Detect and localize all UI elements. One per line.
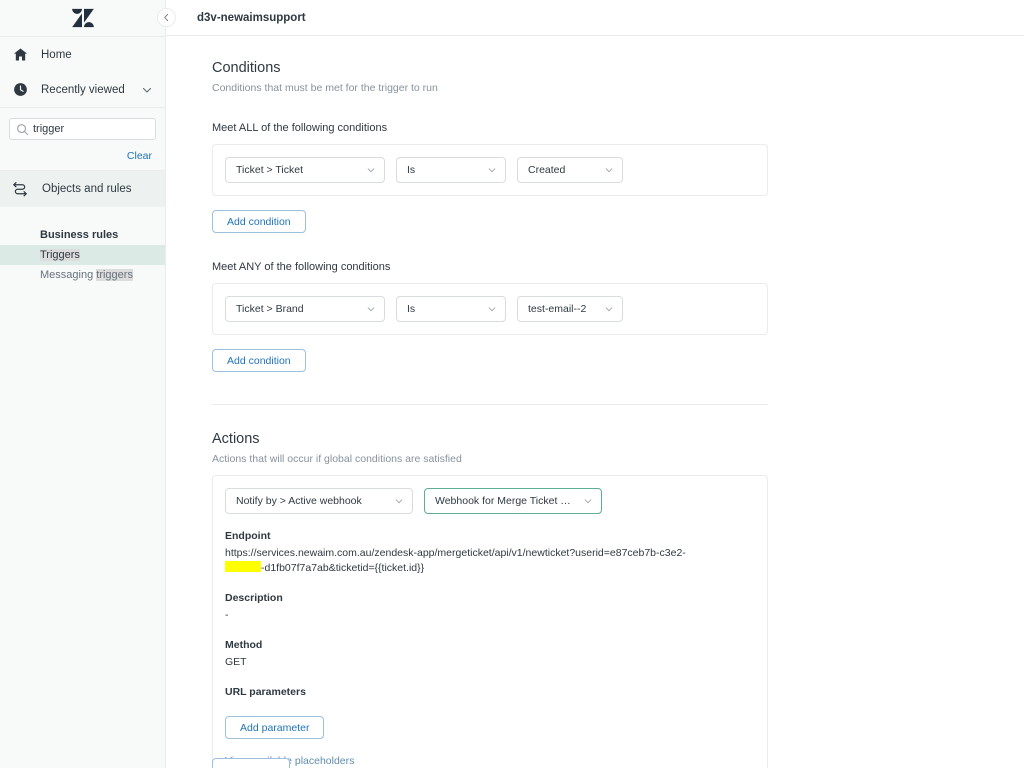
description-value: - (225, 608, 755, 623)
sidebar-item-triggers-label: Triggers (40, 249, 80, 261)
chevron-down-icon (487, 304, 497, 314)
content-inner: Conditions Conditions that must be met f… (166, 36, 768, 768)
home-icon (12, 46, 29, 63)
action-type-value: Notify by > Active webhook (236, 495, 362, 507)
method-value: GET (225, 655, 755, 670)
chevron-down-icon (583, 496, 593, 506)
chevron-down-icon (394, 496, 404, 506)
webhook-select[interactable]: Webhook for Merge Ticket by ... (424, 488, 602, 514)
endpoint-value: https://services.newaim.com.au/zendesk-a… (225, 546, 695, 576)
sidebar-item-messaging-triggers-highlight: triggers (96, 269, 133, 281)
topbar: d3v-newaimsupport (166, 0, 1024, 36)
condition-row-all: Ticket > Ticket Is Created (212, 144, 768, 196)
add-parameter-button[interactable]: Add parameter (225, 716, 324, 739)
main-panel: d3v-newaimsupport Conditions Conditions … (166, 0, 1024, 768)
actions-title: Actions (212, 429, 768, 449)
page-title: d3v-newaimsupport (197, 12, 306, 24)
condition-field-select-all[interactable]: Ticket > Ticket (225, 157, 385, 183)
condition-value-value-any: test-email--2 (528, 303, 586, 315)
sidebar-item-recently-viewed-label: Recently viewed (41, 84, 129, 96)
chevron-down-icon (366, 165, 376, 175)
section-divider (212, 404, 768, 405)
app-root: Home Recently viewed Clear (0, 0, 1024, 768)
condition-field-value-all: Ticket > Ticket (236, 164, 303, 176)
condition-field-select-any[interactable]: Ticket > Brand (225, 296, 385, 322)
condition-value-value-all: Created (528, 164, 565, 176)
add-action-button[interactable] (212, 758, 290, 768)
condition-value-select-all[interactable]: Created (517, 157, 623, 183)
endpoint-label: Endpoint (225, 530, 755, 542)
search-icon (16, 123, 29, 136)
sidebar-nav: Home Recently viewed (0, 36, 165, 107)
chevron-down-icon (487, 165, 497, 175)
objects-rules-icon (12, 180, 30, 198)
sidebar-item-objects-and-rules-label: Objects and rules (42, 183, 132, 195)
endpoint-prefix: https://services.newaim.com.au/zendesk-a… (225, 547, 686, 559)
conditions-subtitle: Conditions that must be met for the trig… (212, 82, 768, 94)
sidebar-search-block: Clear (0, 107, 165, 171)
add-condition-all-button[interactable]: Add condition (212, 210, 306, 233)
sidebar-item-home[interactable]: Home (0, 37, 165, 72)
condition-field-value-any: Ticket > Brand (236, 303, 304, 315)
clock-icon (12, 81, 29, 98)
sidebar-item-messaging-triggers-prefix: Messaging (40, 269, 96, 281)
action-card: Notify by > Active webhook Webhook for M… (212, 475, 768, 768)
chevron-down-icon (604, 304, 614, 314)
condition-operator-select-any[interactable]: Is (396, 296, 506, 322)
condition-value-select-any[interactable]: test-email--2 (517, 296, 623, 322)
redaction-highlight (225, 561, 261, 572)
sidebar-item-messaging-triggers[interactable]: Messaging triggers (0, 265, 165, 285)
actions-subtitle: Actions that will occur if global condit… (212, 453, 768, 465)
meet-any-label: Meet ANY of the following conditions (212, 261, 768, 273)
sidebar-sublist: Business rules Triggers Messaging trigge… (0, 207, 165, 285)
content-scroll-area: Conditions Conditions that must be met f… (166, 36, 1024, 768)
sidebar-item-home-label: Home (41, 49, 153, 61)
sidebar-heading-business-rules: Business rules (0, 225, 165, 245)
chevron-down-icon (366, 304, 376, 314)
brand-row (0, 0, 165, 36)
chevron-down-icon (604, 165, 614, 175)
webhook-value: Webhook for Merge Ticket by ... (435, 495, 575, 507)
chevron-left-icon (162, 9, 171, 27)
sidebar-item-recently-viewed[interactable]: Recently viewed (0, 72, 165, 107)
chevron-down-icon (141, 84, 153, 96)
condition-operator-value-any: Is (407, 303, 415, 315)
condition-operator-select-all[interactable]: Is (396, 157, 506, 183)
sidebar-item-triggers[interactable]: Triggers (0, 245, 165, 265)
description-label: Description (225, 592, 755, 604)
view-available-placeholders-link[interactable]: View available placeholders (225, 755, 755, 767)
conditions-title: Conditions (212, 58, 768, 78)
action-row: Notify by > Active webhook Webhook for M… (225, 488, 755, 514)
meet-all-label: Meet ALL of the following conditions (212, 122, 768, 134)
search-input[interactable] (10, 119, 155, 139)
endpoint-suffix: -d1fb07f7a7ab&ticketid={{ticket.id}} (261, 562, 424, 574)
add-condition-any-button[interactable]: Add condition (212, 349, 306, 372)
clear-row: Clear (9, 140, 156, 164)
sidebar-collapse-button[interactable] (157, 8, 176, 27)
sidebar: Home Recently viewed Clear (0, 0, 166, 768)
sidebar-item-objects-and-rules[interactable]: Objects and rules (0, 171, 165, 207)
method-label: Method (225, 639, 755, 651)
condition-operator-value-all: Is (407, 164, 415, 176)
zendesk-logo-icon (72, 8, 94, 28)
condition-row-any: Ticket > Brand Is test-email--2 (212, 283, 768, 335)
url-parameters-label: URL parameters (225, 686, 755, 698)
action-type-select[interactable]: Notify by > Active webhook (225, 488, 413, 514)
search-field-wrapper[interactable] (9, 118, 156, 140)
clear-search-link[interactable]: Clear (127, 150, 152, 162)
